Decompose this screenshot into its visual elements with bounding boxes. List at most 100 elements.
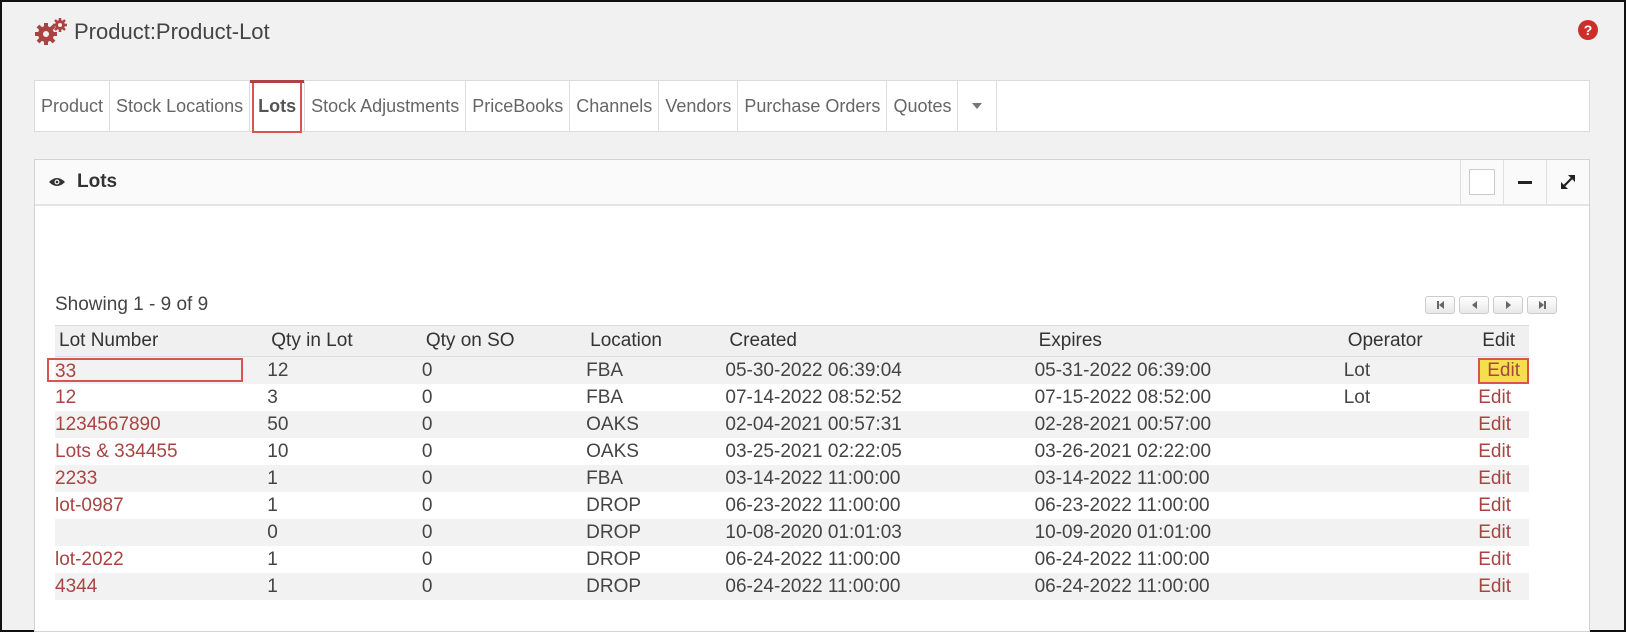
bar-icon [1543,301,1546,309]
edit-link[interactable]: Edit [1478,468,1511,489]
table-row: Lots & 334455 10 0 OAKS 03-25-2021 02:22… [55,438,1529,465]
created-cell: 06-24-2022 11:00:00 [725,573,1035,600]
qty-so-cell: 0 [421,384,587,411]
created-cell: 06-23-2022 11:00:00 [725,492,1035,519]
lots-panel: Lots Showing 1 - 9 of 9 Lot Number Qty i… [34,159,1590,632]
tab-bar: Product Stock Locations Lots Stock Adjus… [34,79,1590,133]
edit-cell: Edit [1478,546,1529,573]
lot-number-cell [55,519,268,546]
pager [1425,296,1557,314]
location-cell: OAKS [586,411,726,438]
triangle-right-icon [1505,301,1511,309]
edit-link[interactable]: Edit [1478,549,1511,570]
next-page-button[interactable] [1493,296,1523,314]
col-header-lot-number[interactable]: Lot Number [55,325,268,357]
qty-cell: 1 [267,492,422,519]
created-cell: 06-24-2022 11:00:00 [725,546,1035,573]
minus-icon [1518,180,1532,184]
created-cell: 10-08-2020 01:01:03 [725,519,1035,546]
col-header-operator[interactable]: Operator [1343,325,1479,357]
operator-cell [1343,519,1479,546]
help-icon[interactable]: ? [1578,20,1598,40]
expires-cell: 07-15-2022 08:52:00 [1034,384,1344,411]
tab-vendors[interactable]: Vendors [659,81,739,131]
edit-link[interactable]: Edit [1478,387,1511,408]
col-header-qty-in-lot[interactable]: Qty in Lot [267,325,422,357]
expires-cell: 06-23-2022 11:00:00 [1034,492,1344,519]
lot-number-cell: 1234567890 [55,411,268,438]
lot-number-link[interactable]: 2233 [55,468,97,489]
lot-number-link[interactable]: 33 [47,358,243,382]
table-row: lot-2022 1 0 DROP 06-24-2022 11:00:00 06… [55,546,1529,573]
location-cell: FBA [586,384,726,411]
tab-lots[interactable]: Lots [250,79,306,133]
col-header-location[interactable]: Location [586,325,726,357]
lot-number-link[interactable]: 1234567890 [55,414,161,435]
col-header-created[interactable]: Created [725,325,1035,357]
expires-cell: 03-14-2022 11:00:00 [1034,465,1344,492]
edit-cell: Edit [1478,573,1529,600]
showing-count: Showing 1 - 9 of 9 [55,294,209,315]
qty-so-cell: 0 [421,411,587,438]
tab-purchase-orders[interactable]: Purchase Orders [738,81,888,131]
edit-link[interactable]: Edit [1478,576,1511,597]
qty-so-cell: 0 [421,573,587,600]
expand-button[interactable] [1546,160,1589,204]
table-row: 4344 1 0 DROP 06-24-2022 11:00:00 06-24-… [55,573,1529,600]
tab-label: Channels [576,95,653,116]
panel-header: Lots [35,160,1589,206]
caret-down-icon [972,103,983,109]
eye-icon [49,178,65,186]
tab-label: Purchase Orders [744,95,881,116]
tab-stock-locations[interactable]: Stock Locations [110,81,251,131]
prev-page-button[interactable] [1459,296,1489,314]
table-row: 33 12 0 FBA 05-30-2022 06:39:04 05-31-20… [47,356,1529,384]
edit-cell: Edit [1478,519,1529,546]
tab-channels[interactable]: Channels [570,81,660,131]
edit-link[interactable]: Edit [1478,441,1511,462]
qty-cell: 1 [267,465,422,492]
last-page-button[interactable] [1527,296,1557,314]
expires-cell: 03-26-2021 02:22:00 [1034,438,1344,465]
location-cell: OAKS [586,438,726,465]
panel-select-checkbox[interactable] [1460,160,1503,204]
qty-so-cell: 0 [421,492,587,519]
tab-product[interactable]: Product [35,81,111,131]
panel-tools [1460,160,1589,204]
table-row: 1234567890 50 0 OAKS 02-04-2021 00:57:31… [55,411,1529,438]
first-page-button[interactable] [1425,296,1455,314]
qty-cell: 1 [267,573,422,600]
edit-link[interactable]: Edit [1478,495,1511,516]
lot-number-link[interactable]: 12 [55,387,76,408]
created-cell: 03-25-2021 02:22:05 [725,438,1035,465]
location-cell: DROP [586,492,726,519]
triangle-left-icon [1438,301,1444,309]
tab-label: PriceBooks [472,95,564,116]
tab-more-dropdown[interactable] [958,81,998,131]
operator-cell [1343,573,1479,600]
edit-link[interactable]: Edit [1478,357,1529,384]
tab-stock-adjustments[interactable]: Stock Adjustments [305,81,467,131]
lot-number-link[interactable]: lot-0987 [55,495,124,516]
lot-number-link[interactable]: lot-2022 [55,549,124,570]
lot-number-cell: Lots & 334455 [55,438,268,465]
edit-cell: Edit [1478,492,1529,519]
collapse-button[interactable] [1503,160,1546,204]
col-header-qty-on-so[interactable]: Qty on SO [421,325,587,357]
edit-link[interactable]: Edit [1478,522,1511,543]
tab-pricebooks[interactable]: PriceBooks [466,81,571,131]
edit-cell: Edit [1478,384,1529,411]
operator-cell [1343,465,1479,492]
edit-link[interactable]: Edit [1478,414,1511,435]
gears-icon [35,18,67,45]
col-header-expires[interactable]: Expires [1034,325,1344,357]
lot-number-link[interactable]: Lots & 334455 [55,441,178,462]
location-cell: DROP [586,546,726,573]
edit-cell: Edit [1478,465,1529,492]
created-cell: 02-04-2021 00:57:31 [725,411,1035,438]
table-row: 2233 1 0 FBA 03-14-2022 11:00:00 03-14-2… [55,465,1529,492]
tab-quotes[interactable]: Quotes [887,81,959,131]
operator-cell [1343,546,1479,573]
lot-number-link[interactable]: 4344 [55,576,97,597]
qty-cell: 1 [267,546,422,573]
